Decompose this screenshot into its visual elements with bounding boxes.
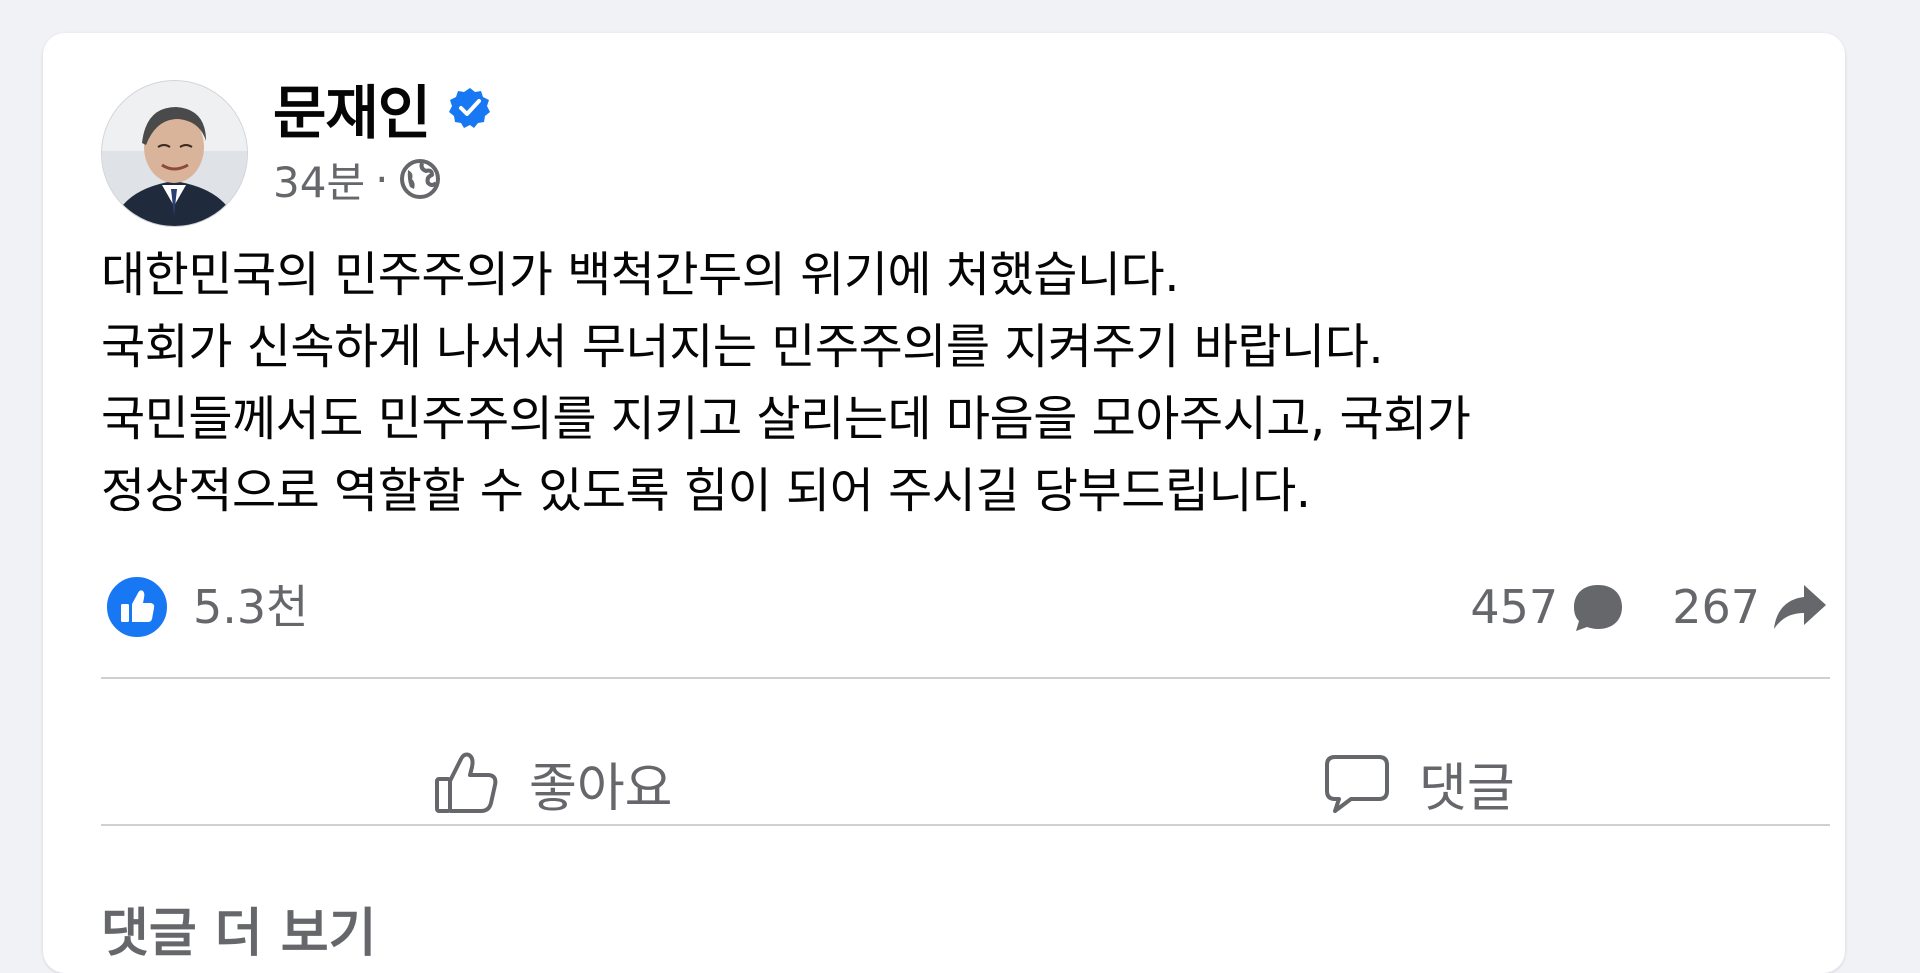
stats-divider <box>101 677 1830 679</box>
avatar-image <box>102 81 247 226</box>
comment-button-label: 댓글 <box>1419 758 1515 819</box>
verified-badge-icon <box>448 86 492 130</box>
reaction-stats: 5.3천 457 267 <box>105 569 1830 649</box>
post-line: 정상적으로 역할할 수 있도록 힘이 되어 주시길 당부드립니다. <box>101 463 1311 519</box>
actions-divider <box>101 824 1830 826</box>
post-line: 대한민국의 민주주의가 백척간두의 위기에 처했습니다. <box>101 247 1179 303</box>
comment-count[interactable]: 457 <box>1470 580 1558 634</box>
action-bar: 좋아요 댓글 <box>101 713 1830 853</box>
comment-bubble-icon <box>1568 577 1628 637</box>
view-more-comments-link[interactable]: 댓글 더 보기 <box>101 891 376 966</box>
thumbs-up-icon <box>435 752 498 813</box>
meta-separator: · <box>375 154 389 204</box>
like-reaction-icon[interactable] <box>105 575 169 639</box>
globe-icon[interactable] <box>398 157 442 201</box>
like-button-label: 좋아요 <box>529 758 673 819</box>
like-button[interactable]: 좋아요 <box>431 713 673 853</box>
share-arrow-icon <box>1770 577 1830 637</box>
author-row: 문재인 <box>273 73 492 147</box>
share-count[interactable]: 267 <box>1672 580 1760 634</box>
like-count[interactable]: 5.3천 <box>193 577 308 637</box>
post-line: 국회가 신속하게 나서서 무너지는 민주주의를 지켜주기 바랍니다. <box>101 319 1384 375</box>
post-card: 문재인 34분 · 대한민국의 민주주의가 백척간두의 위기에 처했습니다. 국… <box>43 33 1845 973</box>
post-timestamp[interactable]: 34분 <box>273 149 365 210</box>
comment-share-stats: 457 267 <box>1470 577 1830 637</box>
post-meta: 34분 · <box>273 151 442 207</box>
author-avatar[interactable] <box>101 80 248 227</box>
comment-icon <box>1325 755 1389 813</box>
comment-button[interactable]: 댓글 <box>1321 713 1515 853</box>
author-name[interactable]: 문재인 <box>273 66 431 150</box>
post-body: 대한민국의 민주주의가 백척간두의 위기에 처했습니다. 국회가 신속하게 나서… <box>101 239 1841 527</box>
post-line: 국민들께서도 민주주의를 지키고 살리는데 마음을 모아주시고, 국회가 <box>101 391 1471 447</box>
